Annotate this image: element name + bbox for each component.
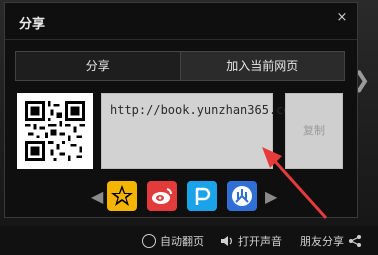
qzone-star-icon[interactable] — [107, 181, 137, 211]
qr-code-icon — [25, 101, 85, 161]
auto-flip-button[interactable]: 自动翻页 — [142, 233, 204, 249]
copy-button[interactable]: 复制 — [285, 93, 343, 169]
tab-embed-webpage[interactable]: 加入当前网页 — [181, 52, 345, 80]
share-next-arrow[interactable]: ▶ — [265, 187, 277, 207]
friends-share-label: 朋友分享 — [300, 235, 344, 248]
share-prev-arrow[interactable]: ◀ — [91, 187, 103, 207]
bottom-toolbar: 自动翻页 打开声音 朋友分享 — [0, 226, 378, 255]
p-share-icon[interactable] — [187, 181, 217, 211]
clock-icon — [142, 234, 156, 248]
sound-toggle-button[interactable]: 打开声音 — [220, 233, 282, 249]
share-icon — [348, 234, 362, 248]
renren-icon[interactable] — [227, 181, 257, 211]
close-icon[interactable]: × — [335, 11, 349, 25]
title-divider — [5, 39, 357, 40]
share-url-text: http://book.yunzhan365.com — [110, 103, 298, 117]
share-url-field[interactable]: http://book.yunzhan365.com — [101, 93, 298, 169]
qr-code — [17, 93, 93, 169]
speaker-icon — [220, 234, 234, 248]
friends-share-button[interactable]: 朋友分享 — [300, 233, 362, 249]
tab-share[interactable]: 分享 — [16, 52, 181, 80]
share-tabs: 分享 加入当前网页 — [15, 51, 345, 81]
dialog-title: 分享 — [19, 17, 46, 32]
auto-flip-label: 自动翻页 — [160, 235, 204, 248]
sound-label: 打开声音 — [238, 235, 282, 248]
weibo-icon[interactable] — [147, 181, 177, 211]
share-services-row: ◀ ▶ — [91, 181, 277, 213]
share-dialog: 分享 × 分享 加入当前网页 http://book.yunzhan365.co… — [4, 2, 358, 218]
